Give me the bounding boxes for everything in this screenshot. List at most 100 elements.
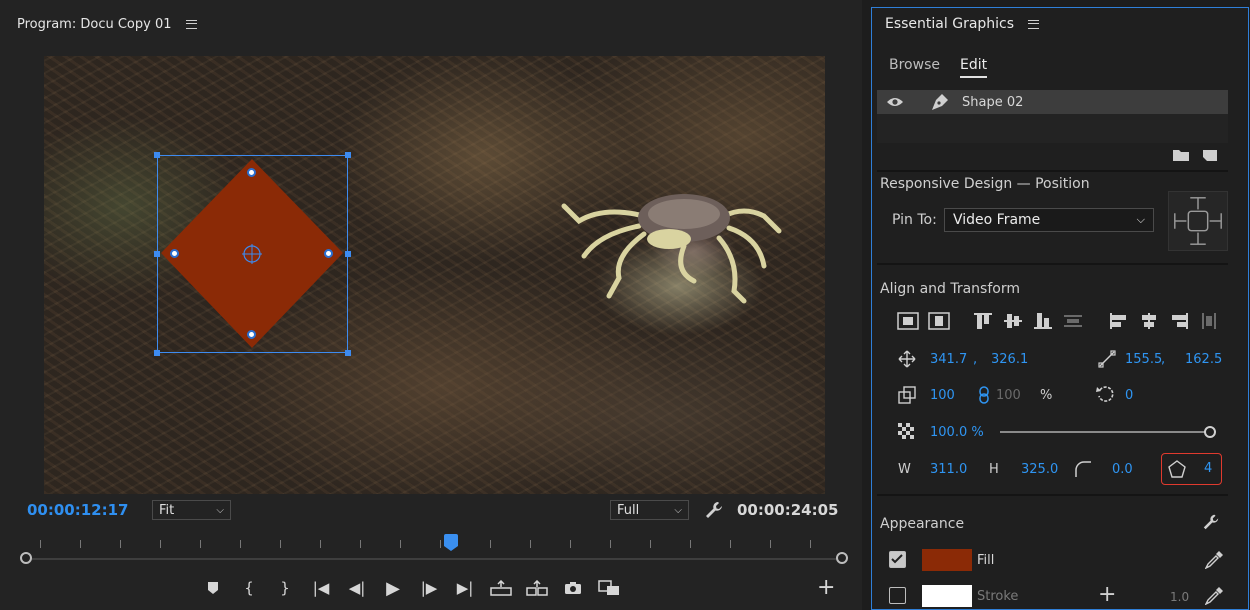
bbox-handle-right[interactable]	[345, 251, 351, 257]
link-icon[interactable]	[978, 386, 990, 404]
anchor-x-value[interactable]: 155.5	[1125, 352, 1162, 367]
vertex-handle-left[interactable]	[170, 249, 179, 258]
video-frame[interactable]	[44, 56, 825, 494]
stroke-width-value[interactable]: 1.0	[1170, 590, 1189, 604]
wrench-icon[interactable]	[1202, 513, 1220, 531]
vertex-handle-top[interactable]	[247, 168, 256, 177]
playhead-marker[interactable]	[444, 534, 458, 551]
rotation-value[interactable]: 0	[1125, 388, 1133, 403]
scale-unit: %	[1040, 388, 1053, 403]
position-y-value[interactable]: 326.1	[991, 352, 1028, 367]
distribute-vertical-icon[interactable]	[1063, 312, 1083, 330]
layer-row-shape[interactable]: Shape 02	[877, 90, 1228, 114]
opacity-icon	[898, 423, 914, 439]
corner-radius-value[interactable]: 0.0	[1112, 462, 1133, 477]
ruler-end-handle[interactable]	[836, 552, 848, 564]
pen-icon	[932, 94, 948, 110]
stroke-label: Stroke	[977, 589, 1019, 604]
width-label: W	[898, 462, 911, 477]
layer-list-empty-area[interactable]	[877, 114, 1228, 143]
essential-graphics-panel: Essential Graphics Browse Edit Shape 02 …	[871, 7, 1249, 610]
vertex-handle-bottom[interactable]	[247, 330, 256, 339]
eyedropper-icon[interactable]	[1205, 587, 1223, 605]
eye-icon[interactable]	[886, 96, 904, 108]
layer-name: Shape 02	[962, 94, 1024, 110]
compare-view-icon	[598, 580, 619, 595]
height-value[interactable]: 325.0	[1021, 462, 1058, 477]
playback-resolution-select[interactable]: Full ⌵	[610, 500, 689, 520]
width-value[interactable]: 311.0	[930, 462, 967, 477]
step-back-button[interactable]: ◀|	[339, 574, 375, 602]
align-transform-title: Align and Transform	[880, 281, 1020, 297]
program-monitor-panel: Program: Docu Copy 01 00:00:12:17 Fit ⌵ …	[0, 0, 862, 610]
fill-color-swatch[interactable]	[922, 549, 972, 571]
add-stroke-icon[interactable]: +	[1098, 582, 1116, 607]
ruler-start-handle[interactable]	[20, 552, 32, 564]
mark-in-icon: {	[244, 579, 254, 597]
new-group-icon[interactable]	[1173, 148, 1189, 161]
panel-menu-icon[interactable]	[1028, 19, 1040, 29]
align-right-icon[interactable]	[1169, 312, 1189, 330]
essential-graphics-title: Essential Graphics	[885, 16, 1015, 32]
opacity-slider-track[interactable]	[1000, 431, 1210, 433]
opacity-value[interactable]: 100.0 %	[930, 425, 984, 440]
fill-label: Fill	[977, 553, 995, 568]
align-bottom-icon[interactable]	[1033, 312, 1053, 330]
panel-menu-icon[interactable]	[185, 19, 197, 29]
distribute-horizontal-icon[interactable]	[1199, 312, 1219, 330]
wrench-icon[interactable]	[704, 500, 724, 520]
tab-edit[interactable]: Edit	[960, 57, 988, 78]
go-to-in-button[interactable]: |◀	[303, 574, 339, 602]
zoom-level-select[interactable]: Fit ⌵	[152, 500, 231, 520]
tab-browse[interactable]: Browse	[889, 57, 940, 73]
time-ruler-track[interactable]	[20, 558, 846, 560]
chevron-down-icon: ⌵	[216, 504, 224, 516]
mark-in-button[interactable]: {	[231, 574, 267, 602]
mark-out-button[interactable]: }	[267, 574, 303, 602]
diamond-shape[interactable]	[157, 155, 348, 353]
compare-view-button[interactable]	[591, 574, 627, 602]
bbox-handle-bottom-left[interactable]	[154, 350, 160, 356]
align-horizontal-center-icon[interactable]	[928, 312, 950, 330]
appearance-title: Appearance	[880, 516, 965, 532]
bbox-handle-bottom-right[interactable]	[345, 350, 351, 356]
pin-edges-widget[interactable]	[1168, 191, 1228, 251]
anchor-y-value[interactable]: 162.5	[1185, 352, 1222, 367]
go-to-out-icon: ▶|	[456, 579, 474, 597]
opacity-slider-knob[interactable]	[1204, 426, 1216, 438]
bbox-handle-top-left[interactable]	[154, 152, 160, 158]
lift-button[interactable]	[483, 574, 519, 602]
stroke-checkbox[interactable]	[889, 587, 906, 604]
position-icon	[898, 350, 916, 368]
stroke-color-swatch[interactable]	[922, 585, 972, 607]
fill-checkbox[interactable]	[889, 551, 906, 568]
time-ruler[interactable]	[20, 534, 848, 564]
scale-value[interactable]: 100	[930, 388, 955, 403]
align-top-icon[interactable]	[973, 312, 993, 330]
extract-button[interactable]	[519, 574, 555, 602]
playhead-timecode[interactable]: 00:00:12:17	[27, 501, 129, 519]
align-vertical-center-icon[interactable]	[897, 312, 919, 330]
step-forward-icon: |▶	[420, 579, 438, 597]
eyedropper-icon[interactable]	[1205, 551, 1223, 569]
position-x-value[interactable]: 341.7	[930, 352, 967, 367]
bbox-handle-left[interactable]	[154, 251, 160, 257]
add-button-icon[interactable]: +	[817, 577, 835, 599]
bbox-handle-top-right[interactable]	[345, 152, 351, 158]
go-to-out-button[interactable]: ▶|	[447, 574, 483, 602]
step-forward-button[interactable]: |▶	[411, 574, 447, 602]
vertex-handle-right[interactable]	[324, 249, 333, 258]
align-middle-icon[interactable]	[1003, 312, 1023, 330]
vertices-value[interactable]: 4	[1204, 461, 1212, 476]
pin-to-select[interactable]: Video Frame ⌵	[944, 208, 1154, 232]
go-to-in-icon: |◀	[312, 579, 330, 597]
step-back-icon: ◀|	[348, 579, 366, 597]
play-button[interactable]: ▶	[375, 574, 411, 602]
export-frame-button[interactable]	[555, 574, 591, 602]
anchor-point-icon	[1098, 350, 1116, 368]
align-left-icon[interactable]	[1109, 312, 1129, 330]
new-layer-icon[interactable]	[1203, 148, 1217, 161]
add-marker-button[interactable]	[195, 574, 231, 602]
vertices-control[interactable]: 4	[1161, 453, 1222, 485]
align-center-icon[interactable]	[1139, 312, 1159, 330]
